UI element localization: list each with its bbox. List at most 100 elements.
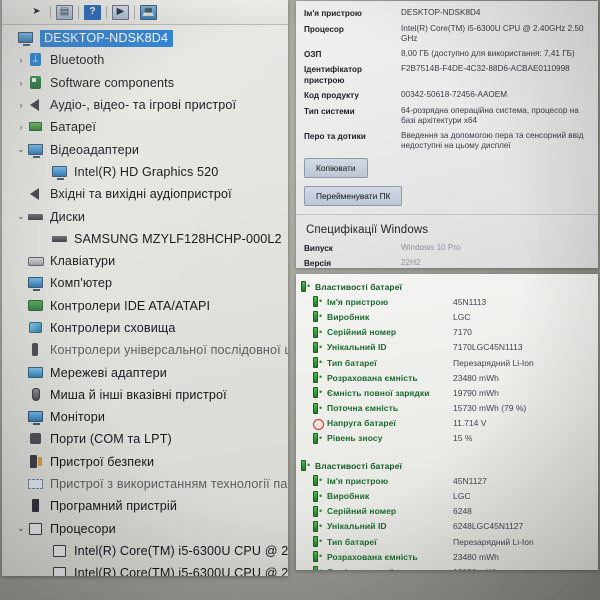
device-tree-item[interactable]: Пристрої з використанням технології пам'… bbox=[2, 473, 288, 495]
device-tree-item[interactable]: Програмний пристрій bbox=[2, 495, 288, 517]
device-manager-toolbar: ➤ ▤ ? ▶ 💻 bbox=[2, 0, 288, 25]
device-tree-item[interactable]: Intel(R) Core(TM) i5-6300U CPU @ 2.40GHz bbox=[2, 540, 288, 562]
storage-controller-icon bbox=[26, 320, 46, 336]
device-tree-item[interactable]: Порти (COM та LPT) bbox=[2, 428, 288, 450]
device-tree-item[interactable]: Intel(R) Core(TM) i5-6300U CPU @ 2.40GHz bbox=[2, 562, 288, 576]
spec-row: Тип системи 64-розрядна операційна систем… bbox=[304, 106, 598, 127]
battery-property-value: 19790 mWh bbox=[453, 387, 499, 398]
keyboard-icon bbox=[26, 253, 46, 269]
battery-property-row: • Розрахована ємність 23480 mWh bbox=[300, 549, 598, 564]
battery-property-key: Розрахована ємність bbox=[327, 551, 418, 562]
battery-icon: • bbox=[312, 296, 325, 308]
battery-property-row: • Тип батареї Перезарядний Li-Ion bbox=[300, 355, 598, 370]
ide-controller-icon bbox=[26, 298, 46, 314]
device-tree-item[interactable]: Вхідні та вихідні аудіопристрої bbox=[2, 183, 288, 205]
help-icon[interactable]: ? bbox=[84, 4, 101, 20]
device-tree-item-label: Intel(R) HD Graphics 520 bbox=[74, 164, 219, 179]
display-adapter-icon bbox=[50, 164, 70, 180]
rename-pc-button[interactable]: Перейменувати ПК bbox=[304, 185, 403, 206]
battery-property-key: Унікальний ID bbox=[327, 342, 387, 353]
battery-property-key: Напруга батареї bbox=[327, 418, 396, 429]
spec-row: Процесор Intel(R) Core(TM) i5-6300U CPU @… bbox=[304, 24, 598, 45]
device-tree-item-label: Intel(R) Core(TM) i5-6300U CPU @ 2.40GHz bbox=[74, 566, 288, 576]
battery-icon: • bbox=[300, 460, 313, 472]
battery-icon: • bbox=[312, 536, 325, 548]
device-tree-item[interactable]: SAMSUNG MZYLF128HCHP-000L2 bbox=[2, 228, 288, 250]
device-tree-item-label: Миша й інші вказівні пристрої bbox=[50, 387, 227, 402]
battery-icon: • bbox=[312, 357, 325, 369]
battery-property-value: 7170 bbox=[453, 327, 472, 338]
expander-arrow-icon[interactable]: › bbox=[16, 100, 26, 110]
device-tree-item[interactable]: › Батареї bbox=[2, 116, 288, 138]
disk-icon bbox=[26, 209, 46, 225]
spec-value: F2B7514B-F4DE-4C32-88D6-ACBAE0110998 bbox=[401, 64, 570, 73]
device-tree-item[interactable]: Монітори bbox=[2, 406, 288, 428]
device-tree-item-label: Bluetooth bbox=[50, 53, 105, 68]
processor-icon bbox=[50, 543, 70, 559]
battery-property-value: 19890 mWh bbox=[453, 567, 598, 570]
battery-icon: • bbox=[312, 490, 325, 502]
copy-button[interactable]: Копіювати bbox=[304, 157, 368, 178]
device-tree-item-label: Відеоадаптери bbox=[50, 142, 140, 157]
battery-info-panel: • Властивості батареї • Ім'я пристрою 45N111… bbox=[296, 274, 598, 570]
battery-property-value: 6248LGC45N1127 bbox=[453, 521, 524, 532]
properties-icon[interactable]: ▤ bbox=[56, 4, 73, 20]
device-tree-item[interactable]: Контролери сховища bbox=[2, 317, 288, 339]
device-tree-item[interactable]: ⌄ Диски bbox=[2, 205, 288, 227]
device-tree-item[interactable]: › Software components bbox=[2, 72, 288, 94]
battery-property-row: • Серійний номер 7170 bbox=[300, 325, 598, 340]
spec-row: Перо та дотики Введення за допомогою пера… bbox=[304, 131, 598, 152]
device-tree-item[interactable]: Клавіатури bbox=[2, 250, 288, 272]
spec-key: Ідентифікатор пристрою bbox=[304, 65, 363, 85]
expander-arrow-icon[interactable]: › bbox=[16, 78, 26, 88]
spec-value: Windows 10 Pro bbox=[401, 242, 461, 252]
device-tree-item-label: Диски bbox=[50, 209, 86, 224]
expander-arrow-icon[interactable]: › bbox=[16, 55, 26, 65]
battery-icon: • bbox=[312, 566, 325, 570]
device-tree-item[interactable]: Intel(R) HD Graphics 520 bbox=[2, 161, 288, 183]
battery-icon: • bbox=[312, 505, 325, 517]
toolbar-separator bbox=[106, 5, 107, 19]
toolbar-separator bbox=[78, 5, 79, 19]
device-tree-item-label: Аудіо-, відео- та ігрові пристрої bbox=[50, 98, 237, 113]
spec-value: 22H2 bbox=[401, 258, 421, 267]
battery-property-row: • Ємність повної зарядки 19790 mWh bbox=[300, 385, 598, 400]
device-tree-item[interactable]: ⌄ Процесори bbox=[2, 518, 288, 540]
expander-arrow-icon[interactable]: › bbox=[16, 122, 26, 132]
device-tree-item[interactable]: Миша й інші вказівні пристрої bbox=[2, 384, 288, 406]
device-tree-item-label: Комп'ютер bbox=[50, 276, 113, 291]
device-tree-item[interactable]: › Аудіо-, відео- та ігрові пристрої bbox=[2, 94, 288, 116]
expander-arrow-icon[interactable]: ⌄ bbox=[16, 523, 26, 534]
device-manager-window: ➤ ▤ ? ▶ 💻 DESKTOP-NDSK8D4 › ᛦ Bluetooth › Sof… bbox=[2, 0, 288, 576]
forward-icon[interactable]: ➤ bbox=[28, 5, 45, 20]
monitor-icon[interactable]: 💻 bbox=[140, 4, 157, 20]
battery-property-key: Розрахована ємність bbox=[327, 372, 418, 383]
spec-value: Введення за допомогою пера та сенсорний … bbox=[401, 130, 584, 151]
device-tree-item[interactable]: DESKTOP-NDSK8D4 bbox=[2, 27, 288, 49]
spec-row: Версія 22H2 bbox=[304, 258, 598, 268]
device-tree-item[interactable]: ⌄ Відеоадаптери bbox=[2, 138, 288, 160]
device-tree-item[interactable]: Пристрої безпеки bbox=[2, 451, 288, 473]
expander-arrow-icon[interactable]: ⌄ bbox=[16, 211, 26, 222]
spec-key: Процесор bbox=[304, 24, 344, 34]
bluetooth-icon: ᛦ bbox=[26, 52, 46, 68]
device-tree-item[interactable]: Контролери універсальної послідовної шин… bbox=[2, 339, 288, 361]
device-tree-item[interactable]: Комп'ютер bbox=[2, 272, 288, 294]
battery-property-value: 45N1113 bbox=[453, 296, 487, 307]
computer-icon bbox=[26, 275, 46, 292]
device-tree-item[interactable]: › ᛦ Bluetooth bbox=[2, 49, 288, 71]
battery-property-key: Серійний номер bbox=[327, 506, 397, 517]
expander-arrow-icon[interactable]: ⌄ bbox=[16, 144, 26, 155]
battery-icon: • bbox=[312, 311, 325, 323]
scan-icon[interactable]: ▶ bbox=[112, 4, 129, 20]
device-tree-item[interactable]: Контролери IDE ATA/ATAPI bbox=[2, 295, 288, 317]
device-tree-item[interactable]: Мережеві адаптери bbox=[2, 361, 288, 383]
device-tree-item-label: Контролери IDE ATA/ATAPI bbox=[50, 298, 211, 313]
battery-property-row: • Рівень зносу 15 % bbox=[300, 431, 598, 446]
copy-button-wrap: Копіювати bbox=[296, 156, 598, 178]
device-tree-item-label: Контролери сховища bbox=[50, 321, 176, 335]
battery-property-value: 15730 mWh (79 %) bbox=[453, 403, 527, 414]
battery-property-value: 15 % bbox=[453, 433, 473, 444]
spec-row: Код продукту 00342-50618-72456-AAOEM bbox=[304, 90, 598, 102]
device-tree[interactable]: DESKTOP-NDSK8D4 › ᛦ Bluetooth › Software comp… bbox=[2, 25, 288, 576]
